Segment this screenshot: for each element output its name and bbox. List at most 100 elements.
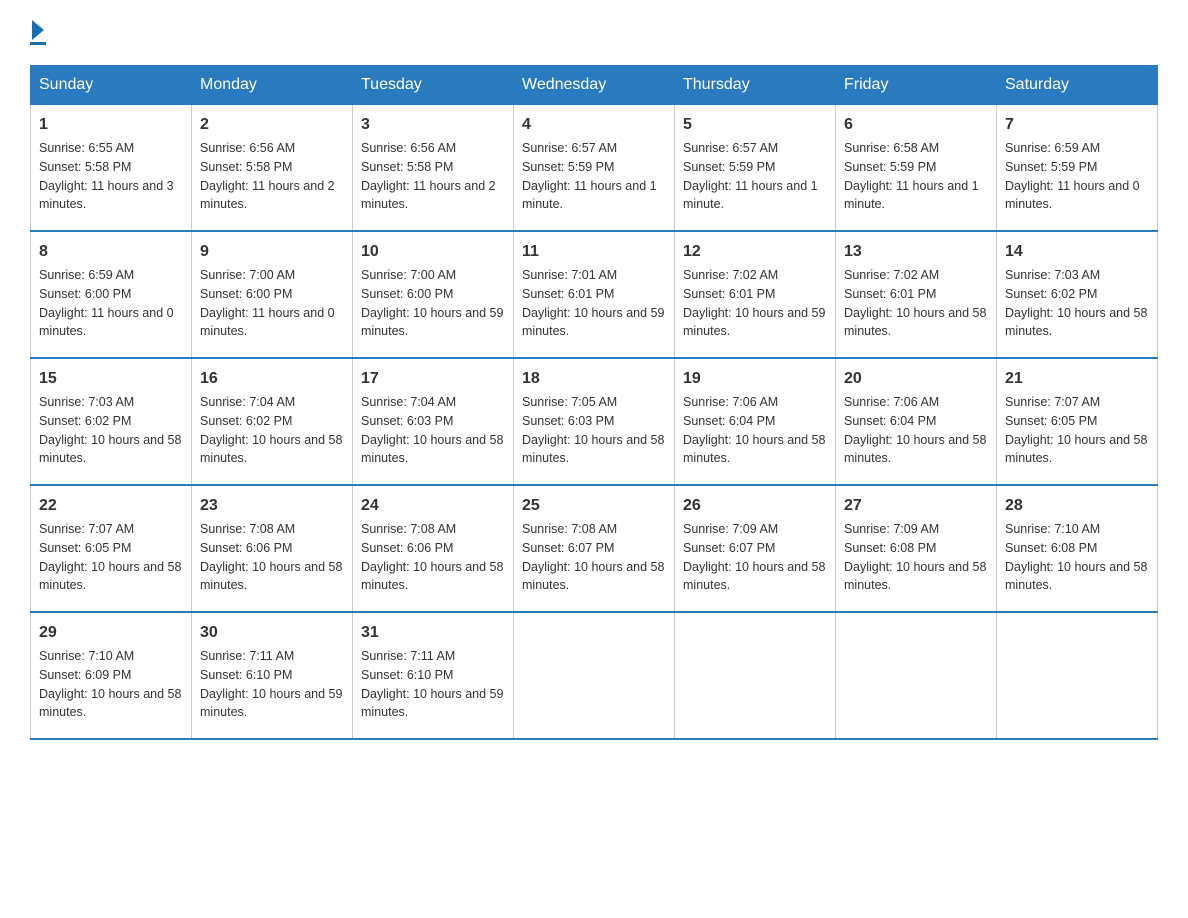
day-cell — [514, 612, 675, 739]
day-cell: 13Sunrise: 7:02 AMSunset: 6:01 PMDayligh… — [836, 231, 997, 358]
day-cell: 27Sunrise: 7:09 AMSunset: 6:08 PMDayligh… — [836, 485, 997, 612]
day-cell — [675, 612, 836, 739]
day-cell: 31Sunrise: 7:11 AMSunset: 6:10 PMDayligh… — [353, 612, 514, 739]
day-cell — [997, 612, 1158, 739]
day-number: 16 — [200, 367, 344, 391]
day-cell: 12Sunrise: 7:02 AMSunset: 6:01 PMDayligh… — [675, 231, 836, 358]
week-row-1: 1Sunrise: 6:55 AMSunset: 5:58 PMDaylight… — [31, 105, 1158, 232]
day-cell: 26Sunrise: 7:09 AMSunset: 6:07 PMDayligh… — [675, 485, 836, 612]
day-number: 28 — [1005, 494, 1149, 518]
day-number: 9 — [200, 240, 344, 264]
day-number: 29 — [39, 621, 183, 645]
header-cell-saturday: Saturday — [997, 66, 1158, 105]
day-cell: 6Sunrise: 6:58 AMSunset: 5:59 PMDaylight… — [836, 105, 997, 232]
day-info: Sunrise: 7:07 AMSunset: 6:05 PMDaylight:… — [1005, 393, 1149, 468]
day-cell: 15Sunrise: 7:03 AMSunset: 6:02 PMDayligh… — [31, 358, 192, 485]
day-number: 27 — [844, 494, 988, 518]
week-row-3: 15Sunrise: 7:03 AMSunset: 6:02 PMDayligh… — [31, 358, 1158, 485]
day-info: Sunrise: 6:56 AMSunset: 5:58 PMDaylight:… — [200, 139, 344, 214]
day-cell: 21Sunrise: 7:07 AMSunset: 6:05 PMDayligh… — [997, 358, 1158, 485]
header-cell-tuesday: Tuesday — [353, 66, 514, 105]
header-cell-sunday: Sunday — [31, 66, 192, 105]
day-info: Sunrise: 7:09 AMSunset: 6:08 PMDaylight:… — [844, 520, 988, 595]
day-cell: 2Sunrise: 6:56 AMSunset: 5:58 PMDaylight… — [192, 105, 353, 232]
day-cell: 23Sunrise: 7:08 AMSunset: 6:06 PMDayligh… — [192, 485, 353, 612]
day-number: 5 — [683, 113, 827, 137]
day-cell: 25Sunrise: 7:08 AMSunset: 6:07 PMDayligh… — [514, 485, 675, 612]
header-cell-friday: Friday — [836, 66, 997, 105]
day-number: 17 — [361, 367, 505, 391]
logo — [30, 20, 46, 45]
day-number: 7 — [1005, 113, 1149, 137]
day-number: 14 — [1005, 240, 1149, 264]
day-number: 13 — [844, 240, 988, 264]
day-info: Sunrise: 6:58 AMSunset: 5:59 PMDaylight:… — [844, 139, 988, 214]
day-number: 20 — [844, 367, 988, 391]
day-cell: 18Sunrise: 7:05 AMSunset: 6:03 PMDayligh… — [514, 358, 675, 485]
day-info: Sunrise: 7:11 AMSunset: 6:10 PMDaylight:… — [200, 647, 344, 722]
day-info: Sunrise: 6:57 AMSunset: 5:59 PMDaylight:… — [683, 139, 827, 214]
day-cell: 10Sunrise: 7:00 AMSunset: 6:00 PMDayligh… — [353, 231, 514, 358]
day-cell: 29Sunrise: 7:10 AMSunset: 6:09 PMDayligh… — [31, 612, 192, 739]
calendar-table: SundayMondayTuesdayWednesdayThursdayFrid… — [30, 65, 1158, 740]
day-cell: 8Sunrise: 6:59 AMSunset: 6:00 PMDaylight… — [31, 231, 192, 358]
day-info: Sunrise: 7:11 AMSunset: 6:10 PMDaylight:… — [361, 647, 505, 722]
day-number: 24 — [361, 494, 505, 518]
day-info: Sunrise: 7:01 AMSunset: 6:01 PMDaylight:… — [522, 266, 666, 341]
header-cell-monday: Monday — [192, 66, 353, 105]
page-header — [30, 20, 1158, 45]
day-cell: 17Sunrise: 7:04 AMSunset: 6:03 PMDayligh… — [353, 358, 514, 485]
day-cell: 14Sunrise: 7:03 AMSunset: 6:02 PMDayligh… — [997, 231, 1158, 358]
day-info: Sunrise: 7:10 AMSunset: 6:09 PMDaylight:… — [39, 647, 183, 722]
day-info: Sunrise: 6:56 AMSunset: 5:58 PMDaylight:… — [361, 139, 505, 214]
day-cell: 3Sunrise: 6:56 AMSunset: 5:58 PMDaylight… — [353, 105, 514, 232]
day-info: Sunrise: 7:07 AMSunset: 6:05 PMDaylight:… — [39, 520, 183, 595]
week-row-5: 29Sunrise: 7:10 AMSunset: 6:09 PMDayligh… — [31, 612, 1158, 739]
day-info: Sunrise: 7:03 AMSunset: 6:02 PMDaylight:… — [1005, 266, 1149, 341]
day-cell: 22Sunrise: 7:07 AMSunset: 6:05 PMDayligh… — [31, 485, 192, 612]
day-info: Sunrise: 7:02 AMSunset: 6:01 PMDaylight:… — [844, 266, 988, 341]
day-info: Sunrise: 6:59 AMSunset: 5:59 PMDaylight:… — [1005, 139, 1149, 214]
day-number: 19 — [683, 367, 827, 391]
day-info: Sunrise: 7:00 AMSunset: 6:00 PMDaylight:… — [200, 266, 344, 341]
week-row-4: 22Sunrise: 7:07 AMSunset: 6:05 PMDayligh… — [31, 485, 1158, 612]
day-number: 10 — [361, 240, 505, 264]
day-info: Sunrise: 7:08 AMSunset: 6:06 PMDaylight:… — [200, 520, 344, 595]
day-info: Sunrise: 7:09 AMSunset: 6:07 PMDaylight:… — [683, 520, 827, 595]
day-info: Sunrise: 6:55 AMSunset: 5:58 PMDaylight:… — [39, 139, 183, 214]
day-cell: 28Sunrise: 7:10 AMSunset: 6:08 PMDayligh… — [997, 485, 1158, 612]
logo-underline — [30, 42, 46, 45]
day-number: 1 — [39, 113, 183, 137]
day-number: 12 — [683, 240, 827, 264]
day-info: Sunrise: 6:59 AMSunset: 6:00 PMDaylight:… — [39, 266, 183, 341]
day-number: 22 — [39, 494, 183, 518]
day-number: 26 — [683, 494, 827, 518]
day-number: 3 — [361, 113, 505, 137]
day-info: Sunrise: 7:00 AMSunset: 6:00 PMDaylight:… — [361, 266, 505, 341]
calendar-body: 1Sunrise: 6:55 AMSunset: 5:58 PMDaylight… — [31, 105, 1158, 740]
day-cell: 1Sunrise: 6:55 AMSunset: 5:58 PMDaylight… — [31, 105, 192, 232]
day-number: 8 — [39, 240, 183, 264]
day-info: Sunrise: 7:04 AMSunset: 6:02 PMDaylight:… — [200, 393, 344, 468]
day-cell: 30Sunrise: 7:11 AMSunset: 6:10 PMDayligh… — [192, 612, 353, 739]
day-info: Sunrise: 7:04 AMSunset: 6:03 PMDaylight:… — [361, 393, 505, 468]
day-info: Sunrise: 6:57 AMSunset: 5:59 PMDaylight:… — [522, 139, 666, 214]
day-cell — [836, 612, 997, 739]
week-row-2: 8Sunrise: 6:59 AMSunset: 6:00 PMDaylight… — [31, 231, 1158, 358]
day-cell: 4Sunrise: 6:57 AMSunset: 5:59 PMDaylight… — [514, 105, 675, 232]
day-cell: 19Sunrise: 7:06 AMSunset: 6:04 PMDayligh… — [675, 358, 836, 485]
calendar-header: SundayMondayTuesdayWednesdayThursdayFrid… — [31, 66, 1158, 105]
day-cell: 11Sunrise: 7:01 AMSunset: 6:01 PMDayligh… — [514, 231, 675, 358]
day-info: Sunrise: 7:08 AMSunset: 6:06 PMDaylight:… — [361, 520, 505, 595]
day-cell: 5Sunrise: 6:57 AMSunset: 5:59 PMDaylight… — [675, 105, 836, 232]
day-cell: 7Sunrise: 6:59 AMSunset: 5:59 PMDaylight… — [997, 105, 1158, 232]
day-info: Sunrise: 7:08 AMSunset: 6:07 PMDaylight:… — [522, 520, 666, 595]
day-number: 21 — [1005, 367, 1149, 391]
day-info: Sunrise: 7:10 AMSunset: 6:08 PMDaylight:… — [1005, 520, 1149, 595]
day-number: 18 — [522, 367, 666, 391]
day-info: Sunrise: 7:06 AMSunset: 6:04 PMDaylight:… — [844, 393, 988, 468]
day-number: 4 — [522, 113, 666, 137]
header-cell-thursday: Thursday — [675, 66, 836, 105]
day-cell: 16Sunrise: 7:04 AMSunset: 6:02 PMDayligh… — [192, 358, 353, 485]
day-number: 30 — [200, 621, 344, 645]
